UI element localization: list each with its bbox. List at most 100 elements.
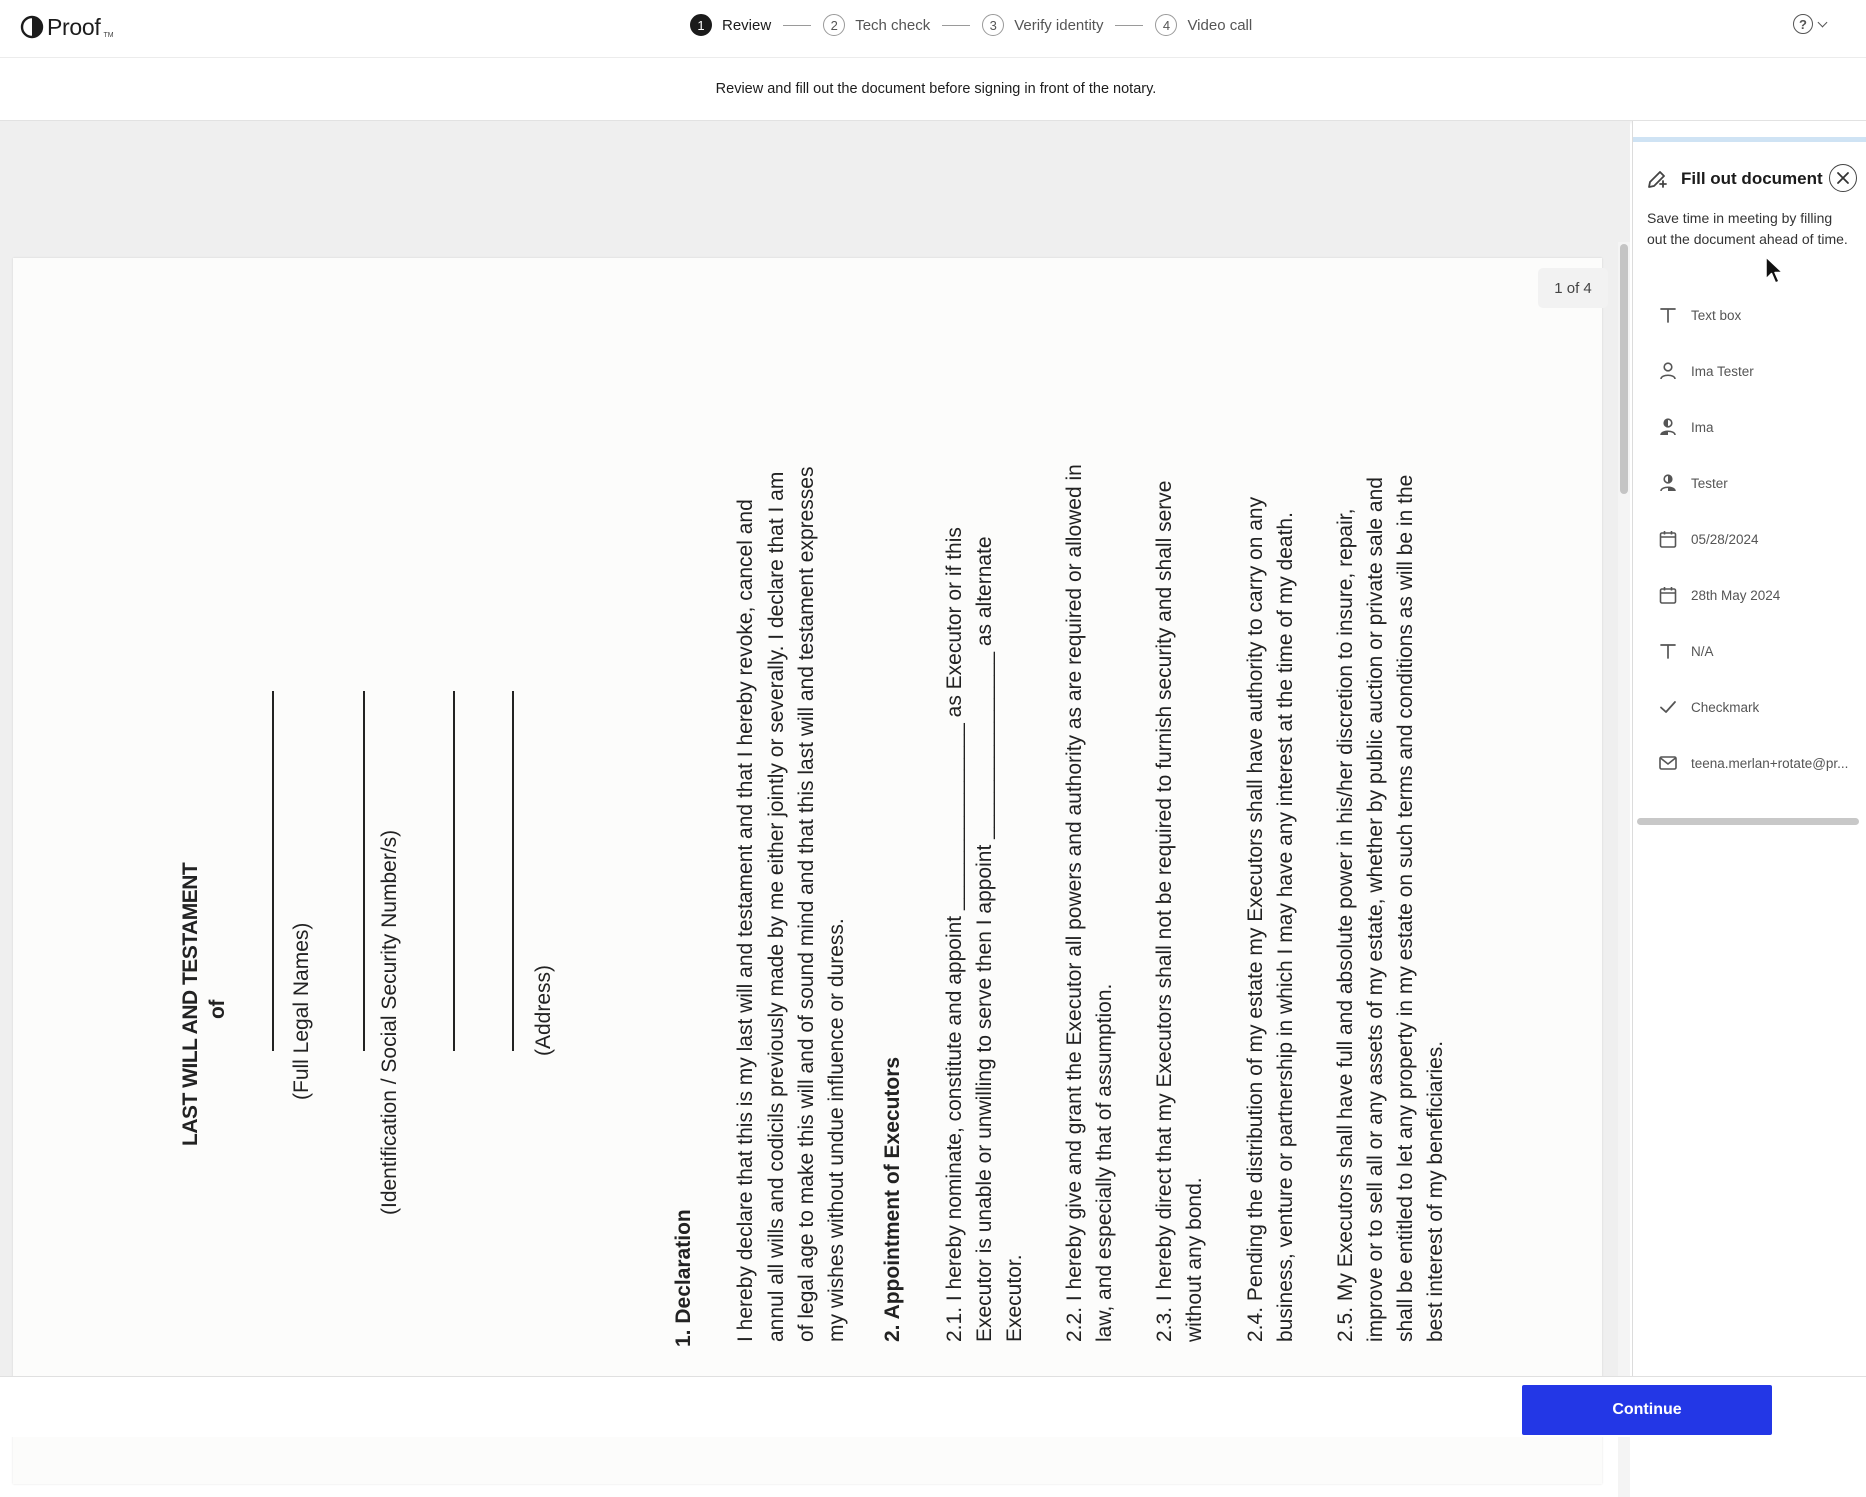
tool-checkmark[interactable]: Checkmark <box>1633 679 1866 735</box>
section-2-5-line-4: best interest of my beneficiaries. <box>1424 1040 1447 1342</box>
step-label: Video call <box>1187 16 1253 34</box>
identification-label: (Identification / Social Security Number… <box>378 829 401 1215</box>
step-separator <box>942 24 971 26</box>
step-separator <box>783 24 812 26</box>
document-page[interactable]: LAST WILL AND TESTAMENT of (Full Legal N… <box>13 258 1602 1484</box>
trademark-glyph: TM <box>103 31 114 39</box>
app-name: Proof <box>47 13 101 40</box>
panel-horizontal-scrollbar[interactable] <box>1637 818 1859 825</box>
step-label: Review <box>722 16 772 34</box>
step-number: 2 <box>823 14 846 36</box>
section-1-line-3: of legal age to make this will and of so… <box>795 466 818 1342</box>
tool-last-name[interactable]: Tester <box>1633 455 1866 511</box>
step-number: 1 <box>690 14 712 36</box>
tool-label: 05/28/2024 <box>1691 531 1759 547</box>
section-2-5-line-2: improve or to sell all or any assets of … <box>1364 477 1387 1342</box>
address-label: (Address) <box>532 964 555 1056</box>
document-scrollbar-thumb[interactable] <box>1620 244 1628 494</box>
text-icon <box>1657 304 1679 326</box>
section-2-3-line-2: without any bond. <box>1183 1177 1206 1342</box>
section-1-line-4: my wishes without undue influence or dur… <box>825 918 848 1342</box>
tool-na[interactable]: N/A <box>1633 623 1866 679</box>
email-icon <box>1657 752 1679 774</box>
id-fill-line[interactable] <box>363 691 365 1051</box>
progress-stepper: 1 Review 2 Tech check 3 Verify identity … <box>690 13 1252 37</box>
tool-label: Ima Tester <box>1691 363 1754 379</box>
section-2-heading: 2. Appointment of Executors <box>881 1056 904 1342</box>
section-2-2-line-2: law, and especially that of assumption. <box>1093 983 1116 1342</box>
footer-bar: Continue <box>0 1376 1866 1437</box>
calendar-icon <box>1657 528 1679 550</box>
tool-label: Checkmark <box>1691 699 1760 715</box>
name-fill-line[interactable] <box>272 691 274 1051</box>
section-1-line-1: I hereby declare that this is my last wi… <box>734 499 757 1342</box>
person-icon <box>1657 360 1679 382</box>
proof-logo[interactable]: Proof TM <box>20 12 114 42</box>
document-page-content: LAST WILL AND TESTAMENT of (Full Legal N… <box>13 258 1602 1484</box>
panel-header: Fill out document <box>1645 167 1823 191</box>
section-2-1-line-1: 2.1. I hereby nominate, constitute and a… <box>943 527 966 1342</box>
help-menu-button[interactable]: ? <box>1793 14 1828 34</box>
tool-date-numeric[interactable]: 05/28/2024 <box>1633 511 1866 567</box>
step-label: Verify identity <box>1014 16 1104 34</box>
text-icon <box>1657 640 1679 662</box>
full-legal-names-label: (Full Legal Names) <box>290 922 313 1100</box>
tool-label: Text box <box>1691 307 1742 323</box>
person-first-icon <box>1657 416 1679 438</box>
tool-label: Ima <box>1691 419 1714 435</box>
instruction-bar: Review and fill out the document before … <box>0 58 1866 121</box>
instruction-text: Review and fill out the document before … <box>715 81 1157 97</box>
help-circle-icon: ? <box>1793 14 1813 34</box>
panel-close-button[interactable] <box>1829 164 1857 192</box>
step-number: 3 <box>982 14 1005 36</box>
document-scrollbar[interactable] <box>1618 242 1630 1497</box>
tool-date-long[interactable]: 28th May 2024 <box>1633 567 1866 623</box>
section-2-1-line-2: Executor is unable or unwilling to serve… <box>973 536 996 1342</box>
section-2-4-line-1: 2.4. Pending the distribution of my esta… <box>1244 496 1267 1342</box>
step-label: Tech check <box>855 16 931 34</box>
mouse-cursor-icon <box>1765 256 1784 284</box>
address-fill-line-1[interactable] <box>453 691 455 1051</box>
section-2-3-line-1: 2.3. I hereby direct that my Executors s… <box>1153 480 1176 1342</box>
chevron-down-icon <box>1817 17 1828 27</box>
step-verify-identity: 3 Verify identity <box>982 14 1103 36</box>
top-bar: Proof TM 1 Review 2 Tech check 3 Verify … <box>0 0 1866 58</box>
tool-label: teena.merlan+rotate@pr... <box>1691 755 1849 771</box>
section-2-4-line-2: business, venture or partnership in whic… <box>1274 512 1297 1342</box>
tool-text-box[interactable]: Text box <box>1633 287 1866 343</box>
tool-first-name[interactable]: Ima <box>1633 399 1866 455</box>
field-tool-list: Text box Ima Tester Ima Tester 05/28/202… <box>1633 287 1866 791</box>
section-1-line-2: annul all wills and codicils previously … <box>765 471 788 1342</box>
document-title: LAST WILL AND TESTAMENT <box>179 862 202 1146</box>
tool-label: N/A <box>1691 643 1714 659</box>
person-last-icon <box>1657 472 1679 494</box>
panel-description: Save time in meeting by filling out the … <box>1647 210 1848 247</box>
panel-top-strip <box>1633 137 1866 142</box>
step-review: 1 Review <box>690 14 771 36</box>
address-fill-line-2[interactable] <box>512 691 514 1051</box>
checkmark-icon <box>1657 696 1679 718</box>
panel-title: Fill out document <box>1681 169 1823 188</box>
tool-label: Tester <box>1691 475 1728 491</box>
calendar-icon <box>1657 584 1679 606</box>
pen-plus-icon <box>1648 171 1667 188</box>
section-2-2-line-1: 2.2. I hereby give and grant the Executo… <box>1063 464 1086 1342</box>
tool-email[interactable]: teena.merlan+rotate@pr... <box>1633 735 1866 791</box>
continue-button[interactable]: Continue <box>1522 1385 1772 1435</box>
document-title-of: of <box>206 1000 229 1019</box>
page-indicator: 1 of 4 <box>1538 268 1608 308</box>
step-video-call: 4 Video call <box>1155 14 1252 36</box>
tool-full-name[interactable]: Ima Tester <box>1633 343 1866 399</box>
section-2-5-line-3: shall be entitled to let any property in… <box>1394 474 1417 1342</box>
proof-logo-icon <box>20 15 44 39</box>
step-separator <box>1115 24 1144 26</box>
section-2-5-line-1: 2.5. My Executors shall have full and ab… <box>1334 508 1357 1342</box>
fill-out-panel: Fill out document Save time in meeting b… <box>1632 121 1866 1376</box>
section-1-heading: 1. Declaration <box>672 1209 695 1347</box>
section-2-1-line-3: Executor. <box>1003 1254 1026 1342</box>
close-icon <box>1837 172 1849 184</box>
step-tech-check: 2 Tech check <box>823 14 930 36</box>
step-number: 4 <box>1155 14 1178 36</box>
document-viewer[interactable]: LAST WILL AND TESTAMENT of (Full Legal N… <box>0 121 1630 1497</box>
tool-label: 28th May 2024 <box>1691 587 1781 603</box>
